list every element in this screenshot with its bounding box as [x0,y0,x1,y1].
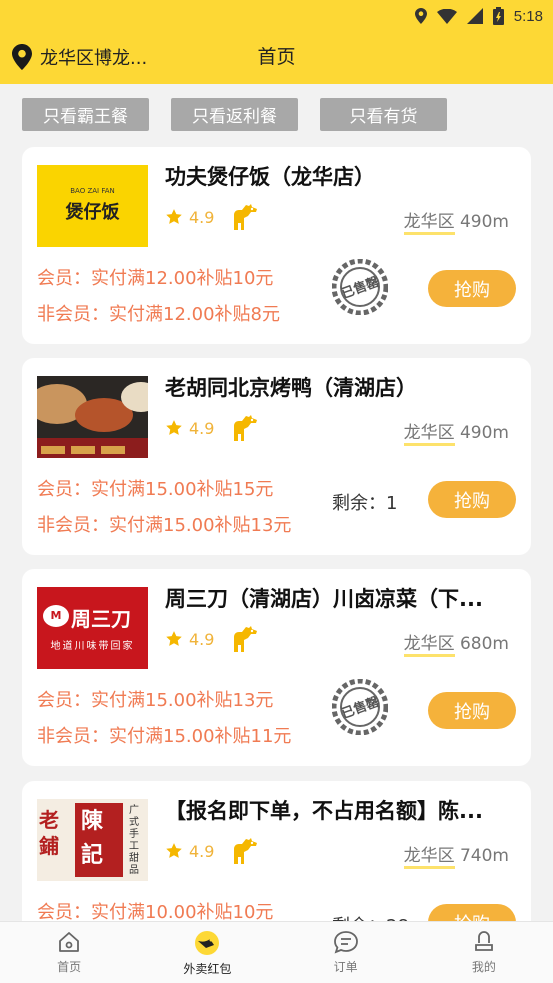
bottom-nav: 首页 外卖红包 订单 我的 [0,921,553,983]
nav-home-label: 首页 [57,960,82,974]
grab-button[interactable]: 抢购 [428,692,516,729]
filter-in-stock-button[interactable]: 只看有货 [320,98,447,131]
nav-red-packet-label: 外卖红包 [183,962,232,976]
member-offer: 会员：实付满12.00补贴10元 [37,268,274,289]
star-icon [166,843,182,858]
grab-button[interactable]: 抢购 [428,270,516,307]
profile-icon [474,931,493,951]
grab-button[interactable]: 抢购 [428,481,516,518]
giraffe-icon [234,204,258,230]
area-name: 龙华区 [403,846,455,869]
shop-name: 老胡同北京烤鸭（清湖店） [165,376,417,400]
distance: 龙华区 680m [403,629,509,657]
distance: 龙华区 740m [403,841,509,869]
nav-profile[interactable]: 我的 [415,922,553,983]
filter-rebate-button[interactable]: 只看返利餐 [171,98,298,131]
rating: 4.9 [165,837,260,865]
distance: 龙华区 490m [403,207,509,235]
rating-value: 4.9 [189,841,215,861]
distance-value: 490m [459,212,509,232]
member-offer: 会员：实付满15.00补贴13元 [37,690,274,711]
shop-card[interactable]: M 周三刀 地道川味带回家 周三刀（清湖店）川卤凉菜（下... 4.9 龙华区 … [22,569,531,766]
rating: 4.9 [165,203,260,231]
nav-orders-label: 订单 [333,960,358,974]
area-name: 龙华区 [403,423,455,446]
shop-name: 【报名即下单，不占用名额】陈... [165,799,483,823]
thumb-text-right: 广式手工甜品 [129,805,139,876]
area-name: 龙华区 [403,212,455,235]
nav-orders[interactable]: 订单 [277,922,415,983]
location-status-icon [414,8,427,24]
home-icon [59,932,80,952]
clock: 5:18 [513,7,543,25]
nav-home[interactable]: 首页 [0,922,138,983]
rating-value: 4.9 [189,207,215,227]
rating: 4.9 [165,625,260,653]
star-icon [166,209,182,224]
battery-icon [492,7,504,25]
filter-bar: 只看霸王餐 只看返利餐 只看有货 [22,98,447,131]
remaining-count: 剩余：1 [332,493,398,514]
distance: 龙华区 490m [403,418,509,446]
nonmember-offer: 非会员：实付满12.00补贴8元 [37,304,280,325]
status-bar: 5:18 [414,6,543,26]
thumb-text-mid: 陳記 [81,809,104,868]
giraffe-icon [234,838,258,864]
nonmember-offer: 非会员：实付满15.00补贴11元 [37,726,292,747]
nonmember-offer: 非会员：实付满15.00补贴13元 [37,515,292,536]
red-packet-icon [195,931,220,955]
nav-red-packet[interactable]: 外卖红包 [138,922,276,983]
wifi-icon [436,8,457,24]
page-title: 首页 [257,46,296,68]
shop-thumbnail: BAO ZAI FAN 煲仔饭 [37,165,148,247]
distance-value: 740m [459,846,509,866]
giraffe-icon [234,626,258,652]
order-icon [333,931,358,954]
thumb-slogan: 地道川味带回家 [50,641,135,652]
thumb-logo-text: 周三刀 [71,607,131,631]
member-offer: 会员：实付满15.00补贴15元 [37,479,274,500]
distance-value: 680m [459,634,509,654]
shop-thumbnail: M 周三刀 地道川味带回家 [37,587,148,669]
star-icon [166,631,182,646]
signal-icon [466,8,483,24]
sold-out-stamp: 已售罄 [332,259,388,315]
top-bar: 5:18 龙华区博龙... 首页 [0,0,553,84]
thumb-logo-text: 煲仔饭 [65,202,120,223]
shop-thumbnail [37,376,148,458]
shop-thumbnail: 老鋪 陳記 广式手工甜品 [37,799,148,881]
filter-bawang-button[interactable]: 只看霸王餐 [22,98,149,131]
area-name: 龙华区 [403,634,455,657]
rating-value: 4.9 [189,418,215,438]
shop-card[interactable]: BAO ZAI FAN 煲仔饭 功夫煲仔饭（龙华店） 4.9 龙华区 490m … [22,147,531,344]
thumb-text-left: 老鋪 [39,808,59,858]
shop-name: 功夫煲仔饭（龙华店） [165,165,375,189]
sold-out-stamp: 已售罄 [332,679,388,735]
rating-value: 4.9 [189,629,215,649]
giraffe-icon [234,415,258,441]
star-icon [166,420,182,435]
rating: 4.9 [165,414,260,442]
shop-card[interactable]: 老胡同北京烤鸭（清湖店） 4.9 龙华区 490m 会员：实付满15.00补贴1… [22,358,531,555]
nav-profile-label: 我的 [471,960,496,974]
shop-name: 周三刀（清湖店）川卤凉菜（下... [165,587,483,611]
distance-value: 490m [459,423,509,443]
